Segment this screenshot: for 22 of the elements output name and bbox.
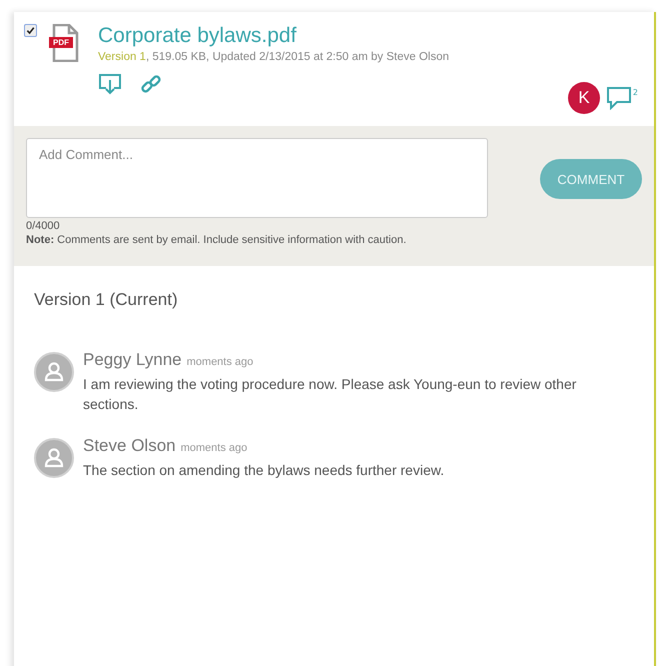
comment-button[interactable]: COMMENT [540, 159, 642, 199]
character-counter: 0/4000 [26, 220, 61, 232]
comment-text: The section on amending the bylaws needs further review. [83, 461, 446, 480]
version-heading: Version 1 (Current) [34, 290, 179, 310]
checkbox[interactable] [24, 24, 37, 37]
comment-time: moments ago [180, 442, 248, 454]
user-avatar[interactable]: K [568, 82, 600, 114]
link-icon[interactable] [140, 73, 162, 95]
file-name[interactable]: Corporate bylaws.pdf [98, 24, 449, 48]
download-icon[interactable] [98, 73, 122, 95]
comment-field[interactable]: Add Comment... [26, 138, 488, 218]
comment-author: Steve Olson [83, 436, 176, 455]
comment-author: Peggy Lynne [83, 350, 182, 369]
avatar-icon [34, 438, 74, 478]
avatar-icon [34, 352, 74, 392]
file-details: , 519.05 KB, Updated 2/13/2015 at 2:50 am by Steve Olson [146, 51, 449, 63]
comment-icon[interactable] [606, 86, 632, 110]
comment-time: moments ago [186, 356, 254, 368]
comment-count: 2 [632, 88, 638, 97]
comment-text: I am reviewing the voting procedure now. Please ask Young-eun to review other sections. [83, 375, 578, 414]
version-link[interactable]: Version 1 [98, 51, 146, 63]
email-note: Note: Comments are sent by email. Include sensitive information with caution. [26, 234, 408, 246]
